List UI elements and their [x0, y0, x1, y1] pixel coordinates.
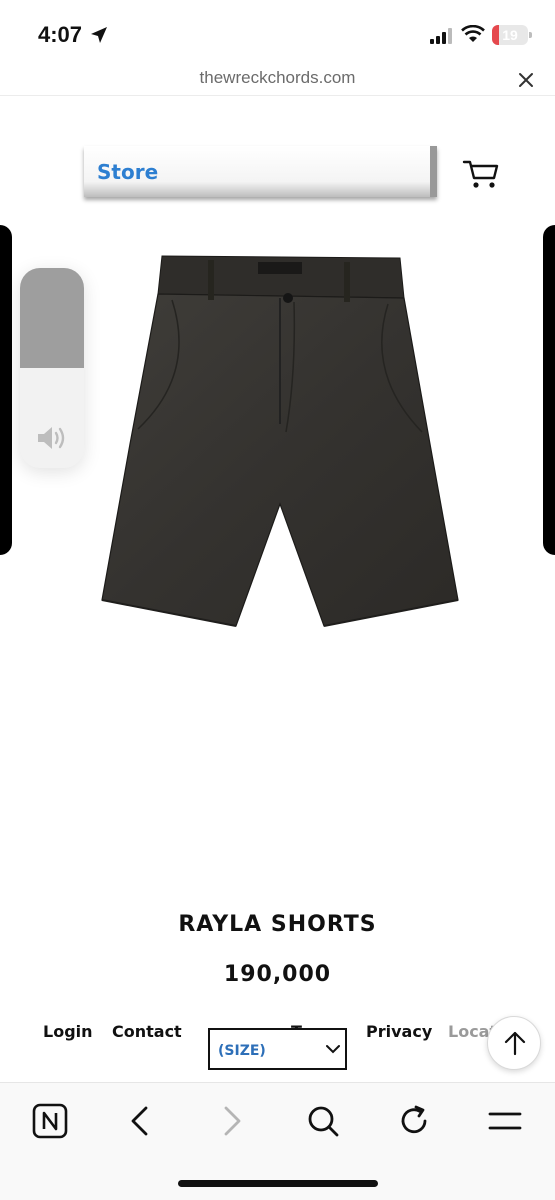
footer-link-privacy[interactable]: Privacy: [366, 1022, 432, 1041]
left-edge-decoration: [0, 225, 12, 555]
battery-text: 19: [502, 27, 518, 43]
size-select-value: (SIZE): [218, 1043, 266, 1059]
chevron-down-icon: [326, 1045, 340, 1054]
search-icon[interactable]: [303, 1101, 343, 1141]
footer-link-login[interactable]: Login: [43, 1022, 93, 1041]
right-edge-decoration: [543, 225, 555, 555]
store-label: Store: [97, 160, 159, 184]
size-select[interactable]: (SIZE): [208, 1028, 347, 1070]
forward-icon[interactable]: [212, 1101, 252, 1141]
reload-icon[interactable]: [394, 1101, 434, 1141]
close-icon[interactable]: [516, 70, 536, 90]
url-text[interactable]: thewreckchords.com: [0, 68, 555, 88]
url-bar[interactable]: thewreckchords.com: [0, 64, 555, 96]
home-indicator[interactable]: [178, 1180, 378, 1187]
speaker-icon: [38, 427, 65, 449]
volume-hud[interactable]: [20, 268, 84, 468]
store-button[interactable]: Store: [84, 146, 437, 197]
back-icon[interactable]: [120, 1101, 160, 1141]
scroll-top-button[interactable]: [487, 1016, 541, 1070]
battery-icon: 19: [492, 25, 532, 45]
footer-link-contact[interactable]: Contact: [112, 1022, 182, 1041]
n-logo-icon[interactable]: [30, 1101, 70, 1141]
product-price: 190,000: [223, 962, 332, 987]
status-bar: 4:07 19: [0, 0, 555, 64]
shorts-image: [101, 255, 459, 627]
arrow-up-icon: [504, 1031, 526, 1056]
location-arrow-icon: [91, 27, 107, 43]
cart-icon[interactable]: [462, 158, 500, 190]
wifi-icon: [461, 25, 485, 42]
volume-level: [20, 268, 84, 368]
menu-icon[interactable]: [485, 1101, 525, 1141]
product-title: RAYLA SHORTS: [178, 912, 377, 937]
signal-icon: [430, 28, 452, 44]
status-time: 4:07: [38, 22, 83, 47]
